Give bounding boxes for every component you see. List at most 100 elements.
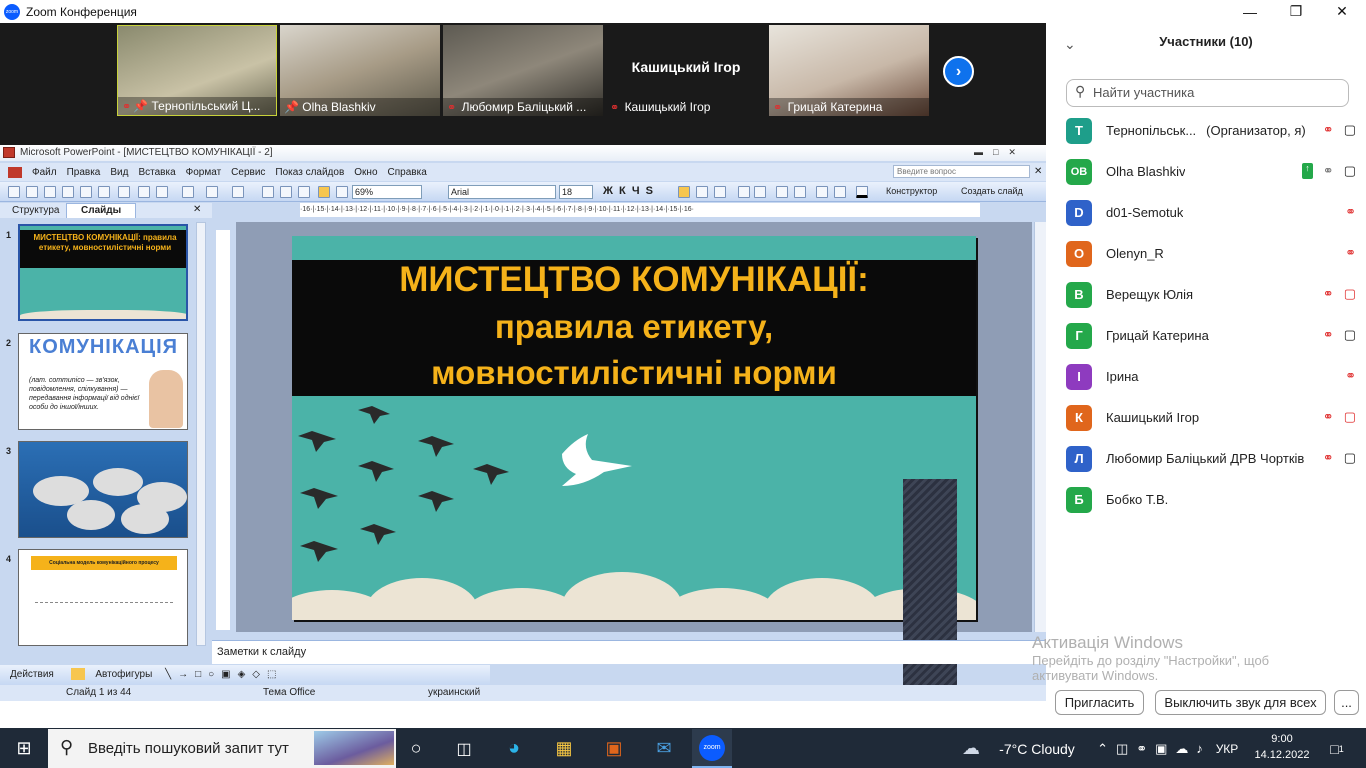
muted-mic-icon[interactable]: ⚭: [1323, 327, 1334, 343]
increase-indent-icon[interactable]: [834, 186, 846, 198]
align-right-icon[interactable]: [714, 186, 726, 198]
maximize-button[interactable]: ❐: [1273, 0, 1319, 23]
draw-tools-icons[interactable]: ╲→□○▣◈◇⬚: [165, 669, 283, 680]
grid-icon[interactable]: [336, 186, 348, 198]
video-tile[interactable]: ⚭ 📌 Тернопільський Ц...: [117, 25, 277, 116]
mute-all-button[interactable]: Выключить звук для всех: [1155, 690, 1326, 715]
participant-row[interactable]: OB Olha Blashkiv ↑ ⚭ ▢: [1066, 151, 1356, 192]
ask-question-input[interactable]: Введите вопрос: [893, 165, 1030, 178]
design-button[interactable]: Конструктор: [886, 186, 937, 196]
slide-thumbnail-1[interactable]: МИСТЕЦТВО КОМУНІКАЦІЇ: правила етикету, …: [18, 224, 188, 321]
ppt-window-controls[interactable]: ▬□✕: [974, 147, 1034, 159]
camera-icon[interactable]: ▢: [1344, 450, 1356, 466]
more-options-button[interactable]: ...: [1334, 690, 1359, 715]
participant-row[interactable]: К Кашицький Ігор ⚭ ▢: [1066, 397, 1356, 438]
decrease-font-icon[interactable]: [794, 186, 806, 198]
notification-icon[interactable]: □ 1: [1320, 729, 1354, 768]
actions-menu[interactable]: Действия: [10, 669, 54, 680]
minimize-button[interactable]: —: [1227, 0, 1273, 23]
participant-row[interactable]: Б Бобко Т.В.: [1066, 479, 1356, 520]
participant-row[interactable]: І Ірина ⚭: [1066, 356, 1356, 397]
tray-icons[interactable]: ⌃◫⚭▣☁♪: [1094, 729, 1214, 768]
menu-edit[interactable]: Правка: [67, 167, 101, 178]
font-size-select[interactable]: 18: [559, 185, 593, 199]
slide-thumbnail-2[interactable]: КОМУНІКАЦІЯ (лат. communico — зв'язок, п…: [18, 333, 188, 430]
participant-row[interactable]: D d01-Semotuk ⚭: [1066, 192, 1356, 233]
slide-thumbnail-4[interactable]: Соціальна модель комунікаційного процесу: [18, 549, 188, 646]
muted-mic-icon[interactable]: ⚭: [1323, 409, 1334, 425]
tab-outline[interactable]: Структура: [12, 205, 59, 216]
copy-icon[interactable]: [156, 186, 168, 198]
video-tile[interactable]: ⚭ Любомир Баліцький ...: [443, 25, 603, 116]
font-color-icon[interactable]: [856, 186, 868, 198]
slide-thumbnail-3[interactable]: [18, 441, 188, 538]
edge-icon[interactable]: ◕: [494, 729, 534, 768]
notes-pane[interactable]: Заметки к слайду: [212, 640, 1046, 664]
spelling-icon[interactable]: [118, 186, 130, 198]
clock[interactable]: 9:00 14.12.2022: [1252, 731, 1312, 767]
menu-window[interactable]: Окно: [354, 167, 377, 178]
insert-chart-icon[interactable]: [262, 186, 274, 198]
windows-start-icon[interactable]: ⊞: [0, 729, 48, 768]
close-doc-icon[interactable]: ✕: [1034, 166, 1042, 177]
camera-off-icon[interactable]: ▢: [1344, 409, 1356, 425]
menu-insert[interactable]: Вставка: [138, 167, 175, 178]
file-explorer-icon[interactable]: ▦: [544, 729, 584, 768]
new-slide-button[interactable]: Создать слайд: [961, 186, 1023, 196]
save-icon[interactable]: [44, 186, 56, 198]
camera-off-icon[interactable]: ▢: [1344, 286, 1356, 302]
menu-slideshow[interactable]: Показ слайдов: [275, 167, 344, 178]
bullets-icon[interactable]: [754, 186, 766, 198]
font-select[interactable]: Arial: [448, 185, 556, 199]
decrease-indent-icon[interactable]: [816, 186, 828, 198]
zoom-taskbar-icon[interactable]: zoom: [692, 729, 732, 768]
input-language[interactable]: УКР: [1212, 729, 1242, 768]
canvas-scrollbar[interactable]: [1034, 222, 1046, 632]
participant-row[interactable]: O Olenyn_R ⚭: [1066, 233, 1356, 274]
next-videos-button[interactable]: ›: [943, 56, 974, 87]
tab-slides[interactable]: Слайды: [66, 203, 137, 218]
video-tile[interactable]: 📌 Olha Blashkiv: [280, 25, 440, 116]
participant-search-input[interactable]: Найти участника: [1066, 79, 1349, 107]
new-icon[interactable]: [8, 186, 20, 198]
muted-mic-icon[interactable]: ⚭: [1345, 368, 1356, 384]
redo-icon[interactable]: [232, 186, 244, 198]
participant-row[interactable]: Т Тернопільськ... (Организатор, я) ⚭ ▢: [1066, 110, 1356, 151]
cut-icon[interactable]: [138, 186, 150, 198]
camera-icon[interactable]: ▢: [1344, 327, 1356, 343]
muted-mic-icon[interactable]: ⚭: [1323, 286, 1334, 302]
format-painter-icon[interactable]: [182, 186, 194, 198]
numbering-icon[interactable]: [738, 186, 750, 198]
close-button[interactable]: ✕: [1319, 0, 1365, 23]
participant-row[interactable]: В Верещук Юлія ⚭ ▢: [1066, 274, 1356, 315]
video-tile[interactable]: ⚭ Грицай Катерина: [769, 25, 929, 116]
menu-view[interactable]: Вид: [110, 167, 128, 178]
muted-mic-icon[interactable]: ⚭: [1323, 450, 1334, 466]
camera-icon[interactable]: ▢: [1344, 122, 1356, 138]
insert-table-icon[interactable]: [280, 186, 292, 198]
participant-row[interactable]: Г Грицай Катерина ⚭ ▢: [1066, 315, 1356, 356]
close-pane-icon[interactable]: ✕: [193, 204, 201, 215]
mic-icon[interactable]: ⚭: [1323, 163, 1334, 179]
muted-mic-icon[interactable]: ⚭: [1323, 122, 1334, 138]
align-center-icon[interactable]: [696, 186, 708, 198]
video-tile[interactable]: Кашицький Ігор ⚭ Кашицький Ігор: [606, 25, 766, 116]
menu-file[interactable]: Файл: [32, 167, 57, 178]
participant-row[interactable]: Л Любомир Баліцький ДРВ Чортків ⚭ ▢: [1066, 438, 1356, 479]
store-icon[interactable]: ▣: [594, 729, 634, 768]
invite-button[interactable]: Пригласить: [1055, 690, 1144, 715]
color-grayscale-icon[interactable]: [318, 186, 330, 198]
muted-mic-icon[interactable]: ⚭: [1345, 204, 1356, 220]
permission-icon[interactable]: [62, 186, 74, 198]
weather-text[interactable]: -7°C Cloudy: [992, 729, 1082, 768]
align-left-icon[interactable]: [678, 186, 690, 198]
task-view-icon[interactable]: ◫: [444, 729, 484, 768]
mail-icon[interactable]: ✉: [644, 729, 684, 768]
muted-mic-icon[interactable]: ⚭: [1345, 245, 1356, 261]
camera-icon[interactable]: ▢: [1344, 163, 1356, 179]
tables-borders-icon[interactable]: [298, 186, 310, 198]
print-icon[interactable]: [80, 186, 92, 198]
menu-format[interactable]: Формат: [186, 167, 222, 178]
zoom-select[interactable]: 69%: [352, 185, 422, 199]
select-arrow-icon[interactable]: [70, 668, 85, 681]
